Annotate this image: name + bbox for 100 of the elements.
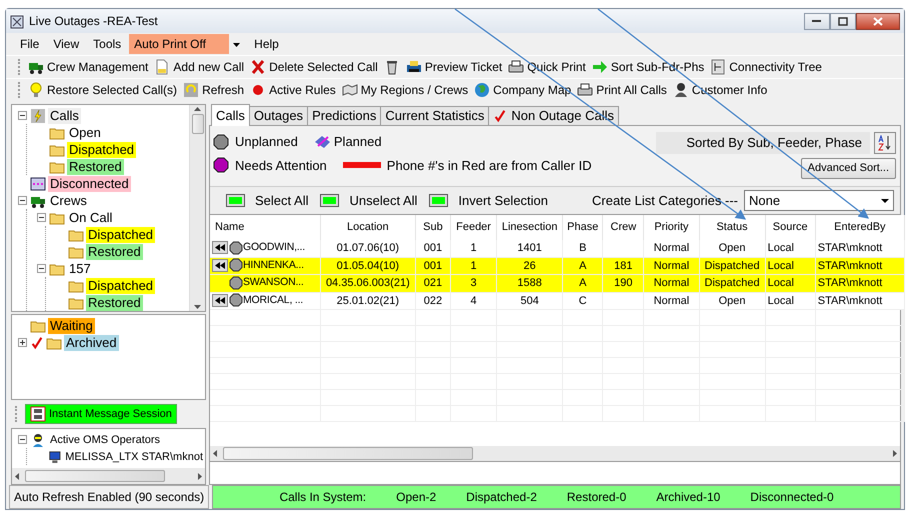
column-header[interactable]: Feeder <box>450 215 497 240</box>
selection-button[interactable]: Invert Selection <box>429 190 554 210</box>
collapse-icon[interactable] <box>18 111 27 120</box>
tree-item[interactable]: Crews <box>48 192 89 208</box>
toolbar-button[interactable]: Connectivity Tree <box>707 57 825 77</box>
menu-item[interactable]: View <box>47 34 86 54</box>
sort-button[interactable] <box>874 132 896 154</box>
caret-icon <box>233 42 240 47</box>
toolbar-button[interactable]: Add new Call <box>151 57 248 77</box>
collapse-icon[interactable] <box>37 213 46 222</box>
table-cell: STAR\mknott <box>818 242 882 254</box>
map-icon <box>342 82 358 98</box>
table-cell: Normal <box>654 242 690 254</box>
rewind-icon <box>215 296 225 304</box>
check-icon <box>30 336 44 350</box>
tree-item[interactable]: Dispatched <box>86 226 156 242</box>
scroll-right-icon[interactable] <box>893 450 897 457</box>
vertical-scrollbar[interactable] <box>189 105 205 311</box>
horizontal-scrollbar[interactable] <box>210 446 900 462</box>
toolbar-button[interactable]: Active Rules <box>247 80 339 100</box>
advanced-sort-button[interactable]: Advanced Sort... <box>800 158 896 178</box>
menu-item[interactable]: File <box>14 34 46 54</box>
collapse-icon[interactable] <box>18 435 27 444</box>
expand-row-button[interactable] <box>212 294 228 307</box>
menu-item[interactable]: Tools <box>87 34 128 54</box>
table-cell: Normal <box>654 294 690 306</box>
instant-message-button[interactable]: Instant Message Session <box>25 404 177 424</box>
column-header[interactable]: Location <box>320 215 416 240</box>
toolbar-button[interactable]: Crew Management <box>25 57 152 77</box>
table-cell: Normal <box>654 277 690 289</box>
scroll-down-icon[interactable] <box>194 305 201 309</box>
table-cell: STAR\mknott <box>818 294 882 306</box>
tree-item[interactable]: Dispatched <box>67 142 136 158</box>
table-cell: 001 <box>424 242 442 254</box>
tree-item[interactable]: Dispatched <box>86 278 156 294</box>
toolbar-button[interactable]: Print All Calls <box>574 80 670 100</box>
table-cell: A <box>579 260 586 272</box>
table-row[interactable]: HINNENKA... 01.05.04(10) 001 1 26 A 181 Normal Dispatched Local STAR\mknott <box>210 257 904 274</box>
expand-row-button[interactable] <box>212 241 228 254</box>
column-header[interactable]: EnteredBy <box>815 215 904 240</box>
table-cell: Dispatched <box>704 277 760 289</box>
column-header[interactable]: Source <box>765 215 816 240</box>
tree-item[interactable]: On Call <box>67 210 114 226</box>
column-header[interactable]: Status <box>699 215 766 240</box>
status-item: Archived-10 <box>656 489 720 506</box>
table-cell: 021 <box>424 277 442 289</box>
tab[interactable]: Calls <box>211 104 250 126</box>
close-button[interactable] <box>856 12 900 30</box>
table-row[interactable]: SWANSON... 04.35.06.003(21) 021 3 1588 A 190 Normal Dispatched Local STAR\mknott <box>210 274 904 292</box>
expand-icon[interactable] <box>18 338 27 347</box>
collapse-icon[interactable] <box>37 264 46 273</box>
tree-item[interactable]: Restored <box>86 294 143 310</box>
menu-item[interactable]: Help <box>248 34 285 54</box>
tree-item[interactable]: Open <box>67 124 103 140</box>
toolbar-button[interactable]: Refresh <box>180 80 248 100</box>
column-header[interactable]: Crew <box>602 215 644 240</box>
selection-button[interactable]: Select All <box>226 190 314 210</box>
scroll-up-icon[interactable] <box>194 107 201 111</box>
column-header[interactable]: Priority <box>644 215 699 240</box>
horizontal-scrollbar[interactable] <box>12 468 205 484</box>
collapse-icon[interactable] <box>18 196 27 205</box>
octagon-icon <box>229 293 243 308</box>
scroll-right-icon[interactable] <box>198 472 202 480</box>
printer-icon <box>577 82 594 98</box>
minimize-button[interactable] <box>804 12 830 30</box>
globe-icon <box>474 82 490 98</box>
table-cell: 1401 <box>517 242 542 254</box>
column-header[interactable]: Sub <box>415 215 450 240</box>
toolbar-button[interactable]: Delete Selected Call <box>247 57 381 77</box>
scroll-left-icon[interactable] <box>15 472 19 480</box>
tab[interactable]: Outages <box>248 106 308 125</box>
toolbar-button[interactable]: My Regions / Crews <box>338 80 472 100</box>
printer-icon <box>508 59 524 75</box>
tab[interactable]: Predictions <box>307 106 382 125</box>
scroll-left-icon[interactable] <box>213 450 217 457</box>
table-cell: Local <box>768 277 794 289</box>
scroll-thumb[interactable] <box>25 470 165 482</box>
tree-item[interactable]: Calls <box>48 108 81 124</box>
toolbar-button[interactable]: Preview Ticket <box>402 57 506 77</box>
maximize-button[interactable] <box>830 12 856 30</box>
tree-item[interactable]: Waiting <box>48 318 95 334</box>
scroll-thumb[interactable] <box>223 447 473 460</box>
column-header[interactable]: Linesection <box>496 215 563 240</box>
scroll-thumb[interactable] <box>192 114 204 134</box>
categories-dropdown[interactable]: None <box>744 190 894 211</box>
tab[interactable]: Current Statistics <box>380 106 490 125</box>
toolbar-button[interactable]: Restore Selected Call(s) <box>25 80 180 100</box>
tree-item[interactable]: Restored <box>86 244 143 260</box>
column-header[interactable]: Phase <box>562 215 603 240</box>
arrow-icon <box>592 59 608 75</box>
octagon-icon <box>229 276 243 290</box>
selection-button[interactable]: Unselect All <box>320 190 424 210</box>
expand-row-button[interactable] <box>212 258 228 272</box>
table-cell: 4 <box>470 294 477 306</box>
auto-print-dropdown[interactable]: Auto Print Off <box>129 34 230 54</box>
tree-item[interactable]: Restored <box>67 158 124 174</box>
table-row[interactable]: MORICAL, ... 25.01.02(21) 022 4 504 C Normal Open Local STAR\mknott <box>210 292 904 310</box>
tree-item[interactable]: Archived <box>64 334 119 350</box>
table-row[interactable]: GOODWIN,... 01.07.06(10) 001 1 1401 B Normal Open Local STAR\mknott <box>210 240 904 257</box>
tree-item[interactable]: Disconnected <box>48 176 131 192</box>
